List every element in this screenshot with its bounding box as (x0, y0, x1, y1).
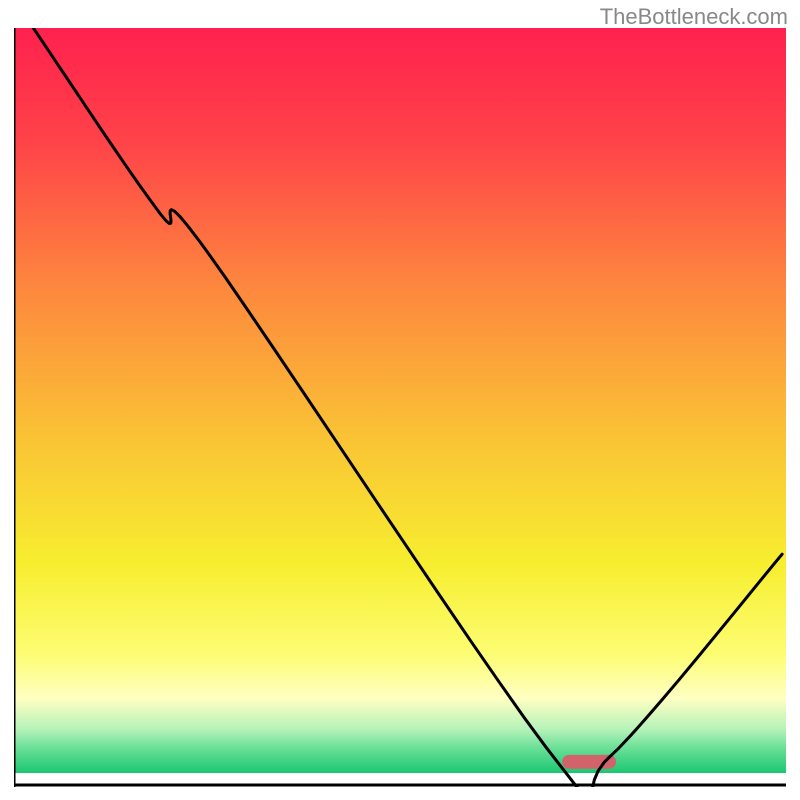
watermark-text: TheBottleneck.com (600, 4, 788, 30)
chart-background (14, 28, 786, 773)
bottleneck-chart (14, 28, 786, 787)
chart-svg (14, 28, 786, 787)
